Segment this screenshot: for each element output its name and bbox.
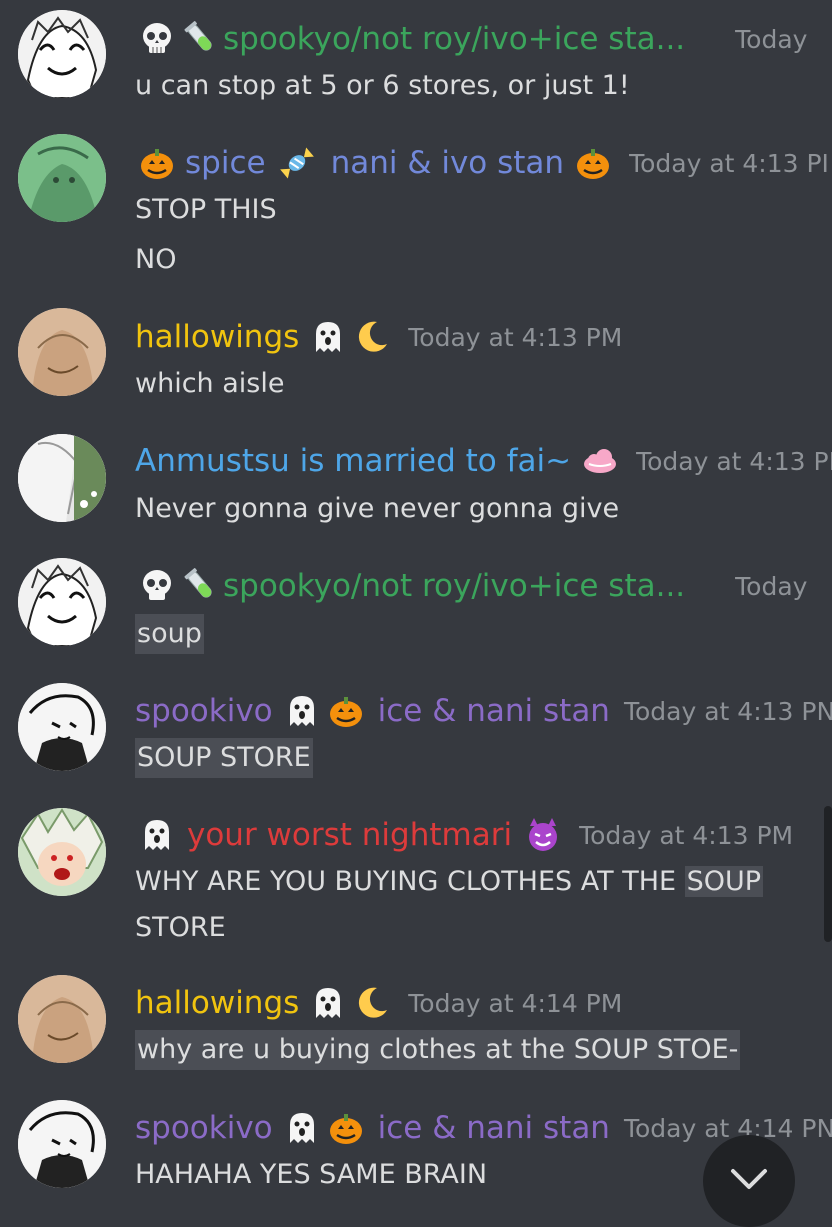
scrollbar[interactable]	[824, 806, 832, 942]
chevron-down-icon	[731, 1169, 767, 1189]
test-tube-icon	[182, 567, 220, 605]
avatar[interactable]	[18, 808, 106, 896]
message-text: STOP THIS	[135, 194, 277, 225]
candy-icon	[278, 144, 316, 182]
message-text: u can stop at 5 or 6 stores, or just 1!	[135, 70, 630, 101]
pumpkin-icon	[138, 144, 176, 182]
ghost-icon	[283, 692, 321, 730]
message-text: HAHAHA YES SAME BRAIN	[135, 1159, 488, 1190]
timestamp: Today at 4:13 PI	[629, 148, 829, 178]
timestamp: Today at 4:14 PN	[623, 1113, 832, 1143]
message-text: why are u buying clothes at the SOUP STO…	[135, 1030, 741, 1070]
author-name[interactable]: spice	[185, 145, 266, 181]
pumpkin-icon	[574, 144, 612, 182]
avatar[interactable]	[18, 683, 106, 771]
timestamp: Today at 4:13 PI	[636, 446, 832, 476]
avatar[interactable]	[18, 434, 106, 522]
author-name[interactable]: Anmustsu is married to fai~	[135, 443, 571, 479]
message-text: STORE	[135, 912, 226, 943]
ghost-icon	[283, 1109, 321, 1147]
avatar[interactable]	[18, 134, 106, 222]
author-name[interactable]: hallowings	[135, 985, 299, 1021]
test-tube-icon	[182, 20, 220, 58]
message-text: soup	[135, 614, 204, 654]
skull-icon	[138, 20, 176, 58]
author-name[interactable]: spookivo	[135, 1110, 273, 1146]
message-text: SOUP STORE	[135, 738, 313, 778]
timestamp: Today at 4:13 PM	[408, 322, 623, 352]
avatar[interactable]	[18, 1100, 106, 1188]
author-name[interactable]: your worst nightmari	[187, 817, 512, 853]
jump-to-bottom-button[interactable]	[703, 1135, 795, 1227]
message-text: which aisle	[135, 368, 285, 399]
author-name[interactable]: spookivo	[135, 693, 273, 729]
ghost-icon	[138, 816, 176, 854]
timestamp: Today	[735, 571, 808, 601]
timestamp: Today at 4:14 PM	[408, 988, 623, 1018]
author-name[interactable]: hallowings	[135, 319, 299, 355]
avatar[interactable]	[18, 10, 106, 98]
avatar[interactable]	[18, 558, 106, 646]
author-name-extra[interactable]: nani & ivo stan	[331, 145, 565, 181]
avatar[interactable]	[18, 975, 106, 1063]
message-text: WHY ARE YOU BUYING CLOTHES AT THE SOUP	[135, 862, 764, 902]
ghost-icon	[309, 318, 347, 356]
author-name-extra[interactable]: ice & nani stan	[378, 693, 610, 729]
message-text-highlight: SOUP	[684, 866, 764, 897]
author-name-extra[interactable]: ice & nani stan	[378, 1110, 610, 1146]
chat-messages: spookyo/not roy/ivo+ice sta... Today u c…	[0, 0, 832, 1200]
message-text: NO	[135, 244, 177, 275]
pumpkin-icon	[327, 692, 365, 730]
avatar[interactable]	[18, 308, 106, 396]
pumpkin-icon	[327, 1109, 365, 1147]
skull-icon	[138, 567, 176, 605]
ghost-icon	[309, 984, 347, 1022]
devil-icon	[524, 816, 562, 854]
moon-icon	[353, 318, 391, 356]
timestamp: Today	[735, 24, 808, 54]
timestamp: Today at 4:13 PM	[579, 820, 794, 850]
author-name[interactable]: spookyo/not roy/ivo+ice sta...	[223, 568, 685, 604]
moon-icon	[353, 984, 391, 1022]
author-name[interactable]: spookyo/not roy/ivo+ice sta...	[223, 21, 685, 57]
message-text: Never gonna give never gonna give	[135, 493, 620, 524]
message-text-segment: WHY ARE YOU BUYING CLOTHES AT THE	[135, 866, 685, 897]
cloud-icon	[581, 442, 619, 480]
timestamp: Today at 4:13 PN	[623, 696, 832, 726]
